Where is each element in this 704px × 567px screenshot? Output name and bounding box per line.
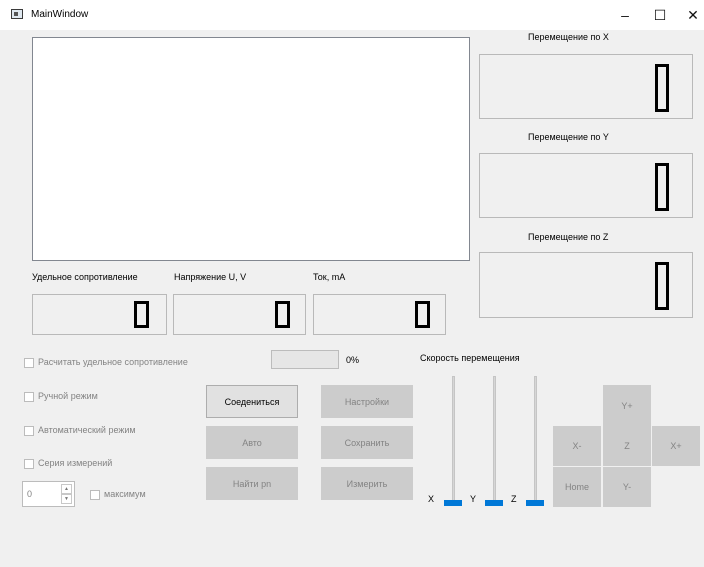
displacement-z-lcd	[479, 252, 693, 318]
series-checkbox[interactable]	[24, 459, 34, 469]
save-button[interactable]: Сохранить	[321, 426, 413, 459]
auto-button[interactable]: Авто	[206, 426, 298, 459]
speed-x-slider-handle[interactable]	[444, 500, 462, 506]
maximum-label: максимум	[104, 489, 146, 499]
slider-y-label: Y	[470, 494, 477, 504]
log-text-area[interactable]	[32, 37, 470, 261]
slider-x-label: X	[428, 494, 435, 504]
minimize-button[interactable]: –	[610, 2, 640, 28]
speed-z-track[interactable]	[534, 376, 537, 506]
connect-button[interactable]: Соедениться	[206, 385, 298, 418]
spin-up-icon[interactable]: ▲	[61, 484, 72, 494]
speed-label: Скорость перемещения	[420, 353, 520, 363]
lcd-digit	[655, 64, 669, 112]
lcd-digit	[415, 301, 430, 328]
window-title: MainWindow	[31, 9, 89, 20]
series-label: Серия измерений	[38, 458, 113, 468]
speed-y-slider-handle[interactable]	[485, 500, 503, 506]
close-button[interactable]: ✕	[678, 2, 704, 28]
title-bar	[0, 0, 704, 30]
series-count-spinbox[interactable]: 0 ▲ ▼	[22, 481, 75, 507]
auto-mode-label: Автоматический режим	[38, 425, 136, 435]
jog-home-button[interactable]: Home	[553, 467, 601, 507]
jog-z-button[interactable]: Z	[603, 426, 651, 466]
calc-resistivity-label: Расчитать удельное сопротивление	[38, 357, 188, 367]
resistivity-lcd	[32, 294, 167, 335]
speed-x-track[interactable]	[452, 376, 455, 506]
displacement-x-lcd	[479, 54, 693, 119]
lcd-digit	[134, 301, 149, 328]
displacement-y-lcd	[479, 153, 693, 218]
app-window-icon	[11, 9, 23, 19]
progress-bar	[271, 350, 339, 369]
voltage-lcd	[173, 294, 306, 335]
displacement-x-label: Перемещение по X	[528, 32, 609, 42]
jog-xminus-button[interactable]: X-	[553, 426, 601, 466]
slider-z-label: Z	[511, 494, 517, 504]
lcd-digit	[275, 301, 290, 328]
maximize-button[interactable]: ☐	[645, 2, 675, 28]
calc-resistivity-checkbox[interactable]	[24, 358, 34, 368]
spinbox-value: 0	[27, 489, 33, 499]
lcd-digit	[655, 262, 669, 310]
spin-down-icon[interactable]: ▼	[61, 494, 72, 504]
speed-z-slider-handle[interactable]	[526, 500, 544, 506]
progress-text: 0%	[346, 355, 360, 365]
displacement-y-label: Перемещение по Y	[528, 132, 609, 142]
auto-mode-checkbox[interactable]	[24, 426, 34, 436]
settings-button[interactable]: Настройки	[321, 385, 413, 418]
manual-mode-label: Ручной режим	[38, 391, 98, 401]
speed-y-track[interactable]	[493, 376, 496, 506]
jog-xplus-button[interactable]: X+	[652, 426, 700, 466]
find-rn-button[interactable]: Найти рn	[206, 467, 298, 500]
resistivity-label: Удельное сопротивление	[32, 272, 138, 282]
measure-button[interactable]: Измерить	[321, 467, 413, 500]
current-lcd	[313, 294, 446, 335]
lcd-digit	[655, 163, 669, 211]
jog-yminus-button[interactable]: Y-	[603, 467, 651, 507]
jog-yplus-button[interactable]: Y+	[603, 385, 651, 426]
maximum-checkbox[interactable]	[90, 490, 100, 500]
displacement-z-label: Перемещение по Z	[528, 232, 609, 242]
current-label: Ток, mA	[313, 272, 346, 282]
manual-mode-checkbox[interactable]	[24, 392, 34, 402]
voltage-label: Напряжение U, V	[174, 272, 247, 282]
